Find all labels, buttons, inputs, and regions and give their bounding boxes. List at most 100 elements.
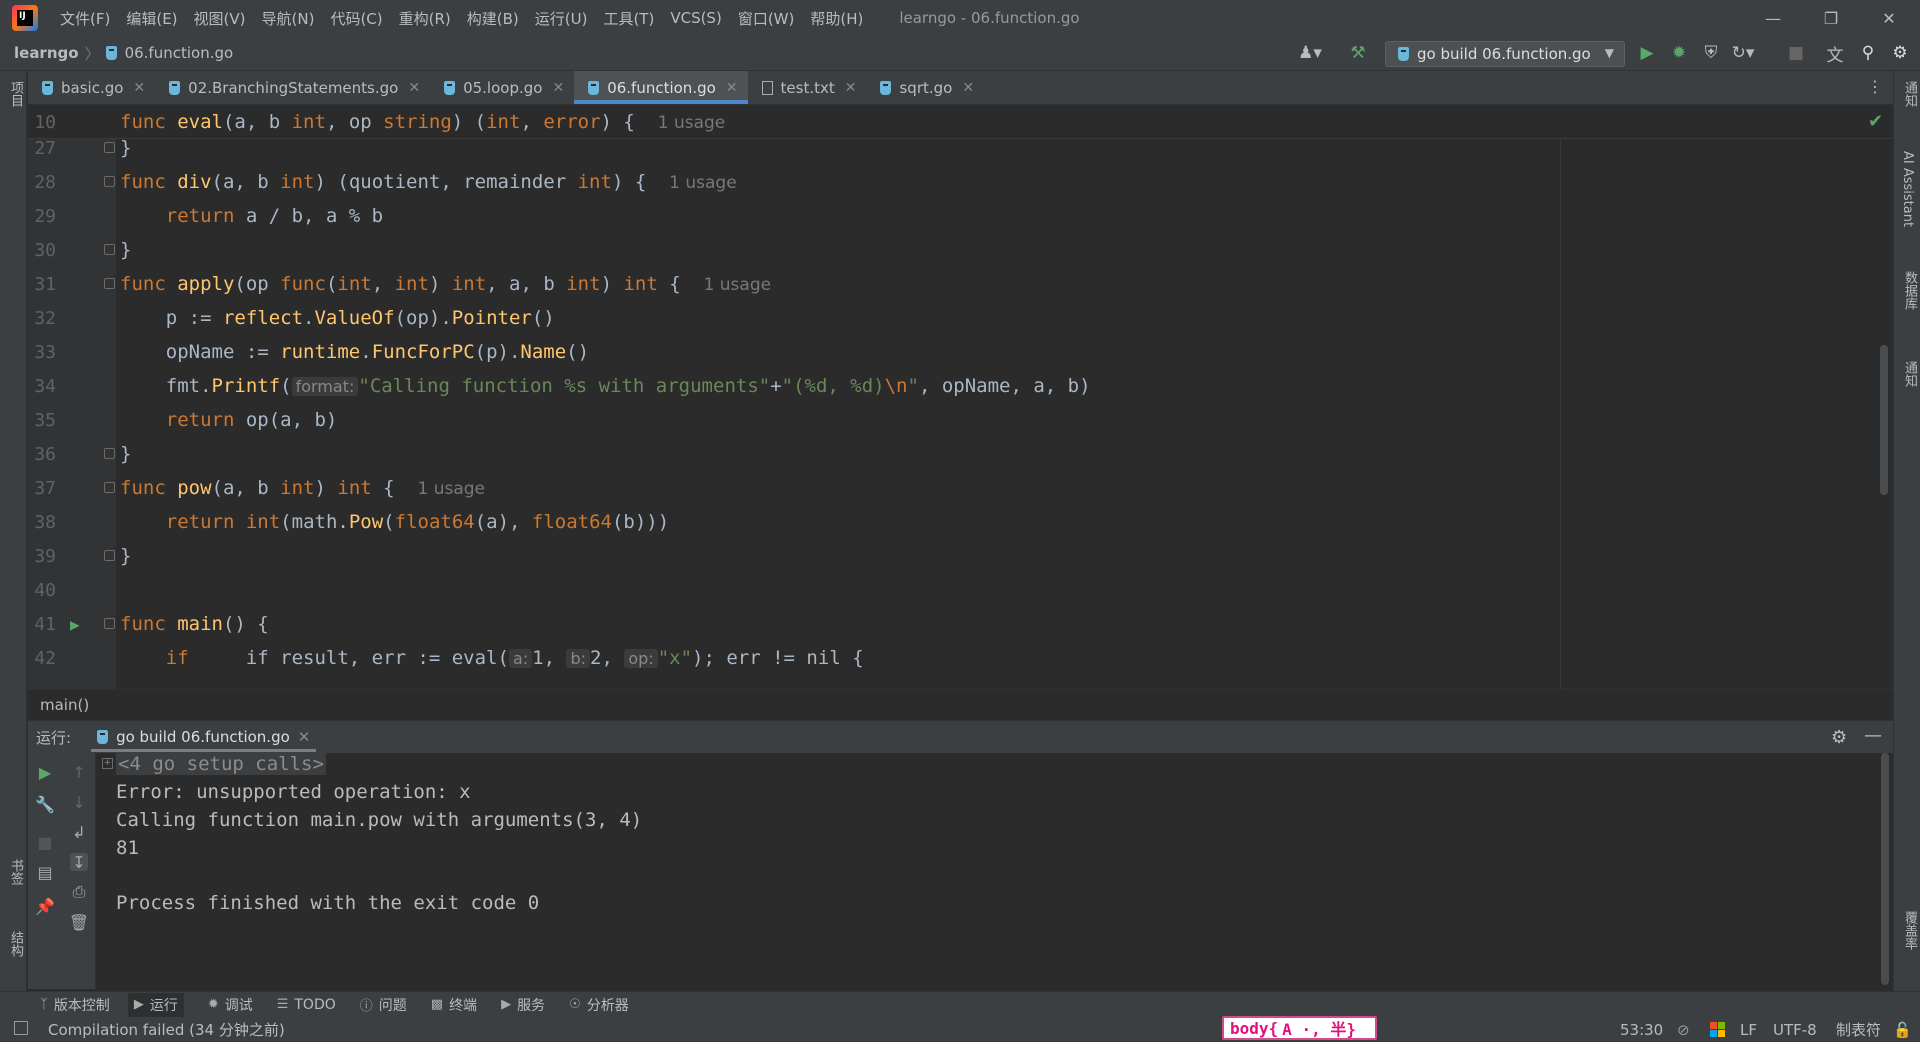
close-icon[interactable]: ✕: [133, 80, 145, 96]
breadcrumb-file[interactable]: 06.function.go: [125, 44, 234, 62]
run-main-gutter-icon[interactable]: ▶: [70, 615, 80, 634]
close-button[interactable]: ✕: [1866, 0, 1912, 36]
collapsed-setup-calls[interactable]: <4 go setup calls>: [116, 753, 326, 775]
notifications-top-button[interactable]: 通知: [1900, 81, 1919, 107]
wrench-icon[interactable]: 🔧: [35, 795, 55, 814]
line-separator[interactable]: LF: [1740, 1017, 1757, 1042]
menu-help[interactable]: 帮助(H): [802, 8, 871, 29]
inspection-off-icon[interactable]: ⊘: [1677, 1017, 1690, 1042]
toolwindow-todo[interactable]: ☰ TODO: [277, 997, 336, 1013]
bookmarks-tool-button[interactable]: 书签: [6, 859, 25, 885]
panel-toggle-icon[interactable]: [14, 1021, 28, 1035]
close-icon[interactable]: ✕: [845, 80, 857, 96]
usage-hint[interactable]: 1 usage: [418, 479, 486, 499]
toolwindow-run[interactable]: ▶ 运行: [127, 992, 184, 1017]
scroll-to-end-icon[interactable]: ↧: [70, 853, 88, 872]
soft-wrap-icon[interactable]: ↲: [70, 823, 88, 842]
menu-build[interactable]: 构建(B): [459, 8, 527, 29]
console-scrollbar[interactable]: [1881, 753, 1889, 985]
tab-test-txt[interactable]: test.txt ✕: [748, 71, 867, 104]
run-icon[interactable]: ▶: [1635, 41, 1659, 65]
sticky-scroll-line[interactable]: 10 func eval(a, b int, op string) (int, …: [28, 105, 1893, 139]
hide-panel-icon[interactable]: —: [1864, 725, 1882, 746]
code-editor[interactable]: ✔ 10 func eval(a, b int, op string) (int…: [28, 105, 1893, 689]
toolwindow-vcs[interactable]: ᛉ 版本控制: [40, 995, 110, 1015]
arrow-up-icon[interactable]: ↑: [70, 763, 88, 782]
fold-marker-icon[interactable]: [104, 618, 115, 629]
search-icon[interactable]: ⚲: [1856, 41, 1880, 65]
usage-hint[interactable]: 1 usage: [704, 275, 772, 295]
close-icon[interactable]: ✕: [552, 80, 564, 96]
fold-marker-icon[interactable]: [104, 482, 115, 493]
tab-loop-go[interactable]: 05.loop.go ✕: [430, 71, 574, 104]
run-tab[interactable]: go build 06.function.go ✕: [91, 721, 317, 754]
fold-marker-icon[interactable]: [104, 448, 115, 459]
menu-tools[interactable]: 工具(T): [595, 8, 662, 29]
layout-icon[interactable]: ▤: [36, 863, 54, 882]
notifications-tool-button[interactable]: 通知: [1900, 361, 1919, 387]
toolwindow-profiler[interactable]: ☉ 分析器: [569, 995, 629, 1015]
code-breadcrumb[interactable]: main(): [28, 689, 1893, 719]
settings-gear-icon[interactable]: ⚙: [1831, 727, 1847, 748]
user-account-icon[interactable]: ♟▾: [1298, 41, 1322, 65]
close-icon[interactable]: ✕: [726, 80, 738, 96]
coverage-tool-button[interactable]: 覆盖率: [1900, 911, 1919, 950]
caret-position[interactable]: 53:30: [1620, 1017, 1663, 1042]
lock-icon[interactable]: 🔓: [1893, 1017, 1912, 1042]
database-tool-button[interactable]: 数据库: [1900, 271, 1919, 310]
menu-refactor[interactable]: 重构(R): [391, 8, 459, 29]
restore-button[interactable]: ❐: [1808, 0, 1854, 36]
menu-window[interactable]: 窗口(W): [730, 8, 803, 29]
status-message[interactable]: Compilation failed (34 分钟之前): [48, 1019, 285, 1040]
translate-icon[interactable]: 文: [1823, 41, 1847, 66]
project-tool-button[interactable]: 项目: [6, 81, 25, 107]
usage-hint[interactable]: 1 usage: [658, 113, 726, 133]
menu-vcs[interactable]: VCS(S): [662, 9, 729, 27]
close-icon[interactable]: ✕: [298, 728, 311, 746]
no-problems-check-icon[interactable]: ✔: [1868, 111, 1883, 132]
tab-branching-statements-go[interactable]: 02.BranchingStatements.go ✕: [155, 71, 430, 104]
debug-icon[interactable]: ✹: [1667, 41, 1691, 65]
build-hammer-icon[interactable]: ⚒: [1346, 41, 1370, 65]
more-tabs-icon[interactable]: ⋮: [1867, 77, 1883, 96]
expand-icon[interactable]: +: [102, 758, 113, 769]
fold-marker-icon[interactable]: [104, 142, 115, 153]
rerun-icon[interactable]: ▶: [36, 763, 54, 782]
toolwindow-debug[interactable]: ✹ 调试: [208, 995, 253, 1015]
close-icon[interactable]: ✕: [962, 80, 974, 96]
coverage-icon[interactable]: ⛨: [1699, 41, 1723, 65]
trash-icon[interactable]: 🗑: [69, 913, 89, 932]
pin-icon[interactable]: 📌: [35, 897, 55, 916]
menu-file[interactable]: 文件(F): [52, 8, 118, 29]
tab-sqrt-go[interactable]: sqrt.go ✕: [866, 71, 984, 104]
ime-indicator[interactable]: body{A ·, 半}: [1222, 1016, 1377, 1040]
toolwindow-terminal[interactable]: ▩ 终端: [431, 995, 477, 1015]
run-console[interactable]: ▶ 🔧 ■ ▤ 📌 ↑ ↓ ↲ ↧ ⎙ 🗑 + <4 go setup call…: [28, 753, 1893, 989]
stop-icon[interactable]: ■: [1784, 41, 1808, 65]
run-config-dropdown[interactable]: go build 06.function.go ▼: [1385, 41, 1625, 67]
menu-code[interactable]: 代码(C): [322, 8, 390, 29]
menu-view[interactable]: 视图(V): [186, 8, 254, 29]
breadcrumb-function[interactable]: main(): [40, 696, 89, 714]
structure-tool-button[interactable]: 结构: [6, 931, 25, 957]
usage-hint[interactable]: 1 usage: [669, 173, 737, 193]
stop-icon[interactable]: ■: [36, 833, 54, 852]
menu-run[interactable]: 运行(U): [527, 8, 596, 29]
close-icon[interactable]: ✕: [408, 80, 420, 96]
file-encoding[interactable]: UTF-8: [1773, 1017, 1817, 1042]
arrow-down-icon[interactable]: ↓: [70, 793, 88, 812]
tab-function-go[interactable]: 06.function.go ✕: [574, 71, 748, 104]
print-icon[interactable]: ⎙: [70, 882, 88, 901]
menu-navigate[interactable]: 导航(N): [254, 8, 323, 29]
tab-basic-go[interactable]: basic.go ✕: [28, 71, 155, 104]
fold-marker-icon[interactable]: [104, 278, 115, 289]
menu-edit[interactable]: 编辑(E): [118, 8, 185, 29]
indent-setting[interactable]: 制表符: [1836, 1017, 1881, 1042]
fold-marker-icon[interactable]: [104, 550, 115, 561]
toolwindow-problems[interactable]: ⓘ 问题: [360, 995, 407, 1015]
ai-assistant-button[interactable]: AI Assistant: [1900, 151, 1915, 227]
fold-marker-icon[interactable]: [104, 244, 115, 255]
toolwindow-services[interactable]: ▶ 服务: [501, 995, 545, 1015]
breadcrumb-project[interactable]: learngo: [14, 44, 79, 62]
fold-marker-icon[interactable]: [104, 176, 115, 187]
